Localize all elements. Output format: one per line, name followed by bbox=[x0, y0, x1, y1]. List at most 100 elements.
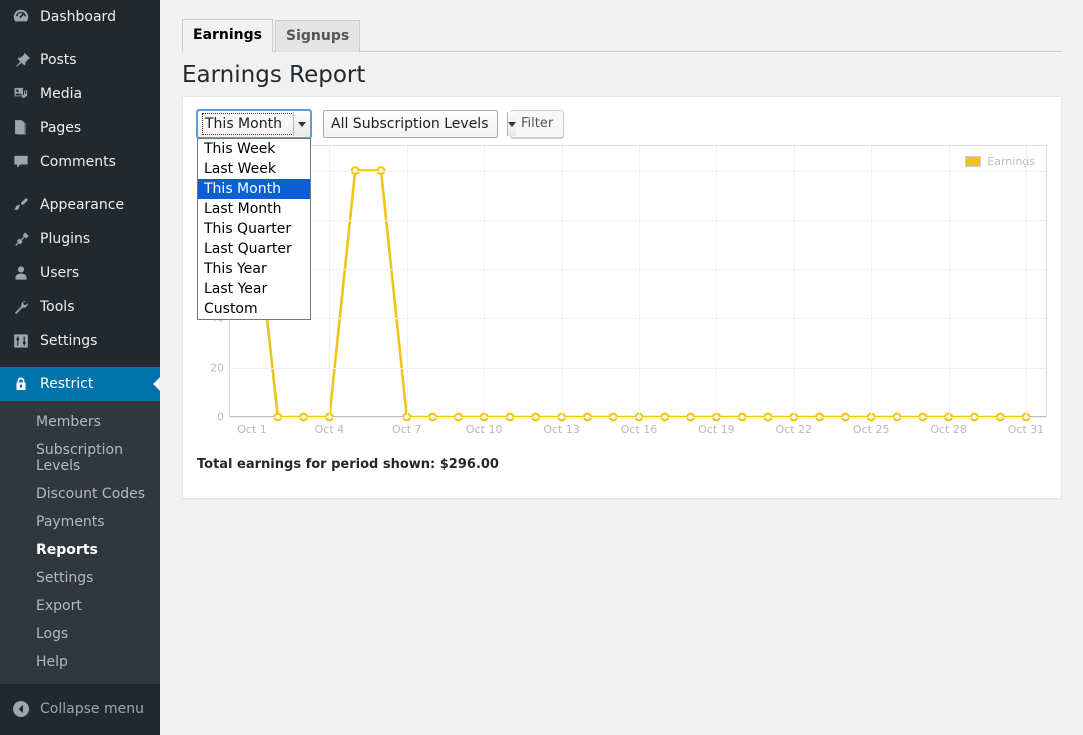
filter-bar: This Month All Subscription Levels Filte… bbox=[196, 109, 565, 139]
sidebar-item-plugins[interactable]: Plugins bbox=[0, 222, 160, 256]
tab-earnings[interactable]: Earnings bbox=[182, 19, 274, 52]
submenu-item-logs[interactable]: Logs bbox=[0, 620, 160, 648]
user-icon bbox=[11, 263, 31, 283]
subscription-level-select[interactable]: All Subscription Levels bbox=[323, 110, 516, 138]
chart-gridline-horizontal bbox=[230, 269, 1046, 271]
date-range-dropdown-list[interactable]: This Week Last Week This Month Last Month Th… bbox=[197, 138, 311, 320]
restrict-submenu: Members Subscription Levels Discount Codes… bbox=[0, 401, 160, 684]
chevron-down-icon bbox=[506, 112, 516, 136]
page-title: Earnings Report bbox=[182, 62, 366, 88]
sidebar-item-posts[interactable]: Posts bbox=[0, 43, 160, 77]
chart-gridline-vertical bbox=[1026, 146, 1027, 417]
subscription-level-select-value: All Subscription Levels bbox=[331, 116, 489, 132]
collapse-menu-button[interactable]: Collapse menu bbox=[0, 692, 160, 726]
earnings-chart: Earnings 02040Oct 1Oct 4Oct 7Oct 10Oct 1… bbox=[197, 145, 1049, 436]
sidebar-item-restrict[interactable]: Restrict bbox=[0, 367, 161, 401]
submenu-item-discount-codes[interactable]: Discount Codes bbox=[0, 480, 160, 508]
report-tabs: Earnings Signups bbox=[182, 18, 1062, 52]
date-range-option-last-quarter[interactable]: Last Quarter bbox=[198, 239, 310, 259]
x-axis-tick-label: Oct 22 bbox=[775, 423, 813, 436]
total-earnings-text: Total earnings for period shown: $296.00 bbox=[197, 457, 499, 472]
chart-gridline-horizontal bbox=[230, 170, 1046, 172]
chart-gridline-horizontal bbox=[230, 367, 1046, 369]
sidebar-item-label: Appearance bbox=[40, 197, 125, 213]
date-range-option-this-week[interactable]: This Week bbox=[198, 139, 310, 159]
date-range-option-last-month[interactable]: Last Month bbox=[198, 199, 310, 219]
collapse-menu-label: Collapse menu bbox=[40, 701, 144, 717]
legend-label-earnings: Earnings bbox=[987, 155, 1035, 168]
sidebar-item-label: Dashboard bbox=[40, 9, 116, 25]
x-axis-tick-label: Oct 13 bbox=[543, 423, 580, 436]
chart-gridline-vertical bbox=[406, 146, 408, 417]
sidebar-item-label: Users bbox=[40, 265, 80, 281]
chart-gridline-vertical bbox=[484, 146, 486, 417]
date-range-option-custom[interactable]: Custom bbox=[198, 299, 310, 319]
x-axis-tick-label: Oct 31 bbox=[1007, 423, 1045, 436]
menu-separator bbox=[0, 358, 160, 367]
media-icon bbox=[11, 84, 31, 104]
sidebar-item-label: Restrict bbox=[40, 376, 94, 392]
sidebar-item-appearance[interactable]: Appearance bbox=[0, 188, 160, 222]
sidebar-item-dashboard[interactable]: Dashboard bbox=[0, 0, 160, 34]
x-axis-tick-label: Oct 4 bbox=[314, 423, 345, 436]
submenu-item-subscription-levels[interactable]: Subscription Levels bbox=[0, 436, 160, 480]
submenu-item-reports[interactable]: Reports bbox=[0, 536, 160, 564]
chart-gridline-vertical bbox=[716, 146, 718, 417]
submenu-item-export[interactable]: Export bbox=[0, 592, 160, 620]
dashboard-icon bbox=[11, 7, 31, 27]
sidebar-item-pages[interactable]: Pages bbox=[0, 111, 160, 145]
main-content: Earnings Signups Earnings Report This Mon… bbox=[160, 0, 1083, 735]
legend-swatch-earnings bbox=[965, 156, 982, 167]
sidebar-item-label: Plugins bbox=[40, 231, 91, 247]
x-axis-tick-label: Oct 25 bbox=[852, 423, 890, 436]
sidebar-item-label: Posts bbox=[40, 52, 77, 68]
sidebar-item-tools[interactable]: Tools bbox=[0, 290, 160, 324]
date-range-option-this-month[interactable]: This Month bbox=[198, 179, 310, 199]
sidebar-item-label: Pages bbox=[40, 120, 82, 136]
admin-menu: Dashboard Posts Media Pages Comments Appearan… bbox=[0, 0, 161, 684]
date-range-option-this-quarter[interactable]: This Quarter bbox=[198, 219, 310, 239]
chart-gridline-horizontal bbox=[230, 219, 1046, 221]
pages-icon bbox=[11, 118, 31, 138]
date-range-option-this-year[interactable]: This Year bbox=[198, 259, 310, 279]
submenu-item-settings[interactable]: Settings bbox=[0, 564, 160, 592]
sidebar-item-comments[interactable]: Comments bbox=[0, 145, 160, 179]
x-axis-tick-label: Oct 10 bbox=[465, 423, 503, 436]
x-axis-tick-label: Oct 19 bbox=[698, 423, 735, 436]
filter-button[interactable]: Filter bbox=[510, 110, 565, 138]
chart-gridline-vertical bbox=[639, 146, 640, 417]
brush-icon bbox=[11, 195, 31, 215]
report-panel: This Month All Subscription Levels Filte… bbox=[182, 96, 1062, 499]
date-range-option-last-week[interactable]: Last Week bbox=[198, 159, 310, 179]
x-axis-tick-label: Oct 16 bbox=[620, 423, 658, 436]
date-range-select-value: This Month bbox=[202, 113, 296, 135]
x-axis-tick-label: Oct 28 bbox=[930, 423, 967, 436]
sidebar-item-label: Media bbox=[40, 86, 83, 102]
chart-gridline-vertical bbox=[871, 146, 873, 417]
sidebar-item-label: Tools bbox=[40, 299, 75, 315]
admin-sidebar: Dashboard Posts Media Pages Comments Appearan… bbox=[0, 0, 161, 735]
sidebar-item-users[interactable]: Users bbox=[0, 256, 160, 290]
date-range-select[interactable]: This Month bbox=[196, 109, 312, 139]
menu-separator bbox=[0, 179, 160, 188]
chart-gridline-vertical bbox=[948, 146, 950, 417]
sidebar-item-media[interactable]: Media bbox=[0, 77, 160, 111]
y-axis-tick-label: 20 bbox=[210, 361, 224, 375]
chart-gridline-horizontal bbox=[230, 318, 1046, 320]
sidebar-item-label: Settings bbox=[40, 333, 98, 349]
chart-gridline-vertical bbox=[329, 146, 331, 417]
sidebar-item-settings[interactable]: Settings bbox=[0, 324, 160, 358]
date-range-option-last-year[interactable]: Last Year bbox=[198, 279, 310, 299]
submenu-item-help[interactable]: Help bbox=[0, 648, 160, 676]
submenu-item-members[interactable]: Members bbox=[0, 408, 160, 436]
sidebar-item-label: Comments bbox=[40, 154, 116, 170]
x-axis-tick-label: Oct 7 bbox=[392, 423, 422, 436]
chart-gridline-horizontal bbox=[230, 417, 1046, 418]
submenu-item-payments[interactable]: Payments bbox=[0, 508, 160, 536]
plug-icon bbox=[11, 229, 31, 249]
chart-gridline-vertical bbox=[561, 146, 563, 417]
settings-icon bbox=[11, 331, 31, 351]
tab-signups[interactable]: Signups bbox=[275, 20, 361, 52]
lock-icon bbox=[11, 374, 31, 394]
chevron-down-icon bbox=[293, 112, 309, 136]
